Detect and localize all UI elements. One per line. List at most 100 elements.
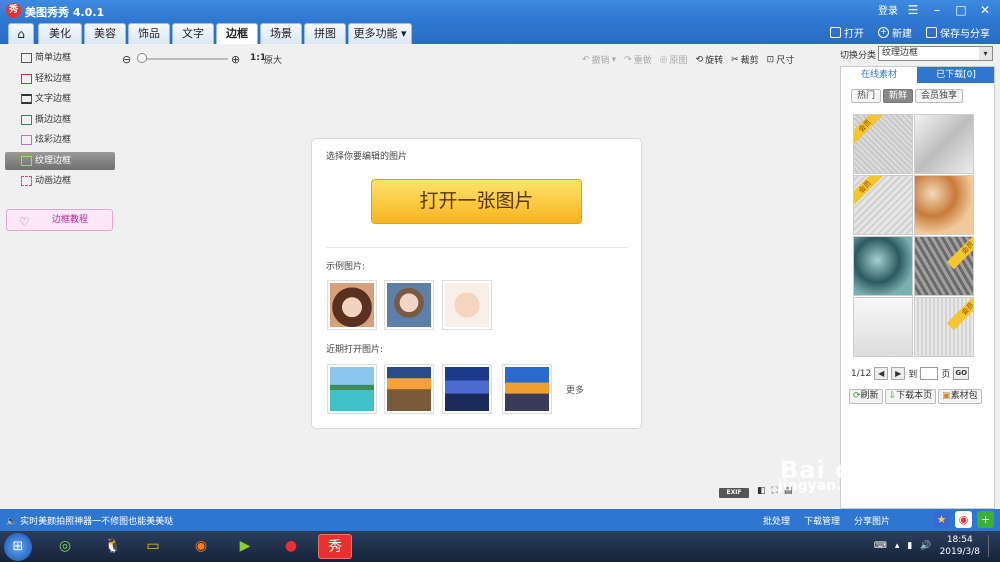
sidebar-item-texture-frame[interactable]: 纹理边框 <box>5 152 115 170</box>
open-image-button[interactable]: 打开一张图片 <box>371 179 582 224</box>
frame-icon <box>21 53 32 63</box>
texture-thumb[interactable]: 会员 <box>853 114 913 174</box>
sidebar-item-text-frame[interactable]: 文字边框 <box>5 90 115 108</box>
sample-image-baby[interactable] <box>442 280 492 330</box>
show-desktop-button[interactable] <box>988 535 994 557</box>
sidebar-item-label: 文字边框 <box>35 94 72 104</box>
subtab-hot[interactable]: 热门 <box>851 89 882 103</box>
tab-more-features[interactable]: 更多功能 ▾ <box>348 23 412 44</box>
original-size-button[interactable]: 原大 <box>264 53 282 66</box>
taskbar-app-browser[interactable]: ◎ <box>48 534 82 559</box>
tab-downloaded[interactable]: 已下载[0] <box>918 67 994 83</box>
category-select[interactable]: 纹理边框 ▾ <box>878 46 993 61</box>
taskbar-app-recorder[interactable]: ● <box>274 534 308 559</box>
recent-image-mountain[interactable] <box>502 364 552 414</box>
frame-tutorial-button[interactable]: ♡ 边框教程 <box>6 209 113 231</box>
zoom-out-icon[interactable]: ⊖ <box>122 53 131 66</box>
taskbar-app-video[interactable]: ▶ <box>228 534 262 559</box>
recent-image-sunset[interactable] <box>384 364 434 414</box>
crop-label: 裁剪 <box>740 56 759 66</box>
sidebar-item-animated-frame[interactable]: 动画边框 <box>5 172 115 190</box>
tab-beautify[interactable]: 美化 <box>38 23 82 44</box>
texture-thumb[interactable] <box>853 297 913 357</box>
sample-image-girl[interactable] <box>327 280 377 330</box>
start-button[interactable]: ⊞ <box>4 533 32 561</box>
compare-view-icon[interactable]: ◧ <box>757 486 766 496</box>
tab-frame[interactable]: 边框 <box>216 23 258 45</box>
workspace: 简单边框 轻松边框 文字边框 撕边边框 炫彩边框 纹理边框 动画边框 ♡ 边框教程… <box>0 44 1000 509</box>
tab-face[interactable]: 美容 <box>84 23 126 44</box>
close-icon[interactable]: ✕ <box>976 3 994 17</box>
tab-accessories[interactable]: 饰品 <box>128 23 170 44</box>
prev-page-button[interactable]: ◀ <box>874 367 889 380</box>
tab-scene[interactable]: 场景 <box>260 23 302 44</box>
recent-image-ocean[interactable] <box>442 364 492 414</box>
card-title: 选择你要编辑的图片 <box>326 152 408 162</box>
sidebar-item-simple-frame[interactable]: 简单边框 <box>5 49 115 67</box>
size-button[interactable]: ⊡ 尺寸 <box>767 53 795 67</box>
taskbar-app-meitu[interactable]: 秀 <box>318 534 352 559</box>
save-share-action[interactable]: 保存与分享 <box>926 25 990 40</box>
taskbar-app-explorer[interactable]: ▭ <box>136 534 170 559</box>
original-image-button[interactable]: ◎ 原图 <box>659 53 688 67</box>
go-button[interactable]: GO <box>953 367 970 380</box>
zoom-slider-handle[interactable] <box>137 53 147 63</box>
fullscreen-icon[interactable]: ⛶ <box>772 486 778 496</box>
login-link[interactable]: 登录 <box>878 2 898 17</box>
menu-icon[interactable]: ☰ <box>904 3 922 17</box>
sidebar-item-torn-frame[interactable]: 撕边边框 <box>5 111 115 129</box>
keyboard-icon[interactable]: ⌨ <box>874 541 887 551</box>
download-page-button[interactable]: ⇩下载本页 <box>884 389 937 404</box>
taskbar-app-firefox[interactable]: ◉ <box>184 534 218 559</box>
texture-thumb[interactable] <box>914 175 974 235</box>
texture-thumb[interactable]: 会员 <box>914 236 974 296</box>
clock-date: 2019/3/8 <box>939 547 980 557</box>
refresh-icon: ⟳ <box>853 391 861 401</box>
share-image-button[interactable]: 分享图片 <box>854 514 890 527</box>
texture-thumb[interactable] <box>853 236 913 296</box>
sample-image-woman[interactable] <box>384 280 434 330</box>
refresh-button[interactable]: ⟳刷新 <box>849 389 883 404</box>
more-recent-link[interactable]: 更多 <box>566 383 584 396</box>
undo-button[interactable]: ↶ 撤销 ▾ <box>582 53 616 67</box>
frame-icon <box>21 94 32 104</box>
texture-thumb[interactable] <box>914 114 974 174</box>
recent-image-beach[interactable] <box>327 364 377 414</box>
download-manager-button[interactable]: 下载管理 <box>804 514 840 527</box>
material-pack-button[interactable]: ▣素材包 <box>938 389 982 404</box>
maximize-icon[interactable]: □ <box>952 3 970 17</box>
minimize-icon[interactable]: – <box>928 3 946 17</box>
rotate-button[interactable]: ⟲ 旋转 <box>696 53 724 67</box>
tab-home[interactable]: ⌂ <box>8 23 34 44</box>
subtab-vip-only[interactable]: 会员独享 <box>915 89 964 103</box>
tab-online-material[interactable]: 在线素材 <box>841 67 917 83</box>
texture-thumb[interactable]: 会员 <box>914 297 974 357</box>
volume-icon[interactable]: 🔊 <box>920 541 931 551</box>
zoom-in-icon[interactable]: ⊕ <box>231 53 240 66</box>
star-icon[interactable]: ★ <box>933 511 950 528</box>
exif-button[interactable]: EXIF <box>719 488 749 498</box>
new-action[interactable]: + 新建 <box>878 25 912 40</box>
page-number-input[interactable] <box>920 367 939 380</box>
open-action[interactable]: 打开 <box>830 25 864 40</box>
add-icon[interactable]: + <box>977 511 994 528</box>
tab-collage[interactable]: 拼图 <box>304 23 346 44</box>
zoom-slider[interactable] <box>138 58 228 60</box>
image-icon: ◎ <box>659 54 668 65</box>
weibo-icon[interactable]: ◉ <box>955 511 972 528</box>
crop-button[interactable]: ✂ 裁剪 <box>731 53 759 67</box>
promo-link[interactable]: 🔈 实时美颜拍照神器一不修图也能美美哒 <box>6 514 173 527</box>
sidebar-item-colorful-frame[interactable]: 炫彩边框 <box>5 131 115 149</box>
sidebar-item-easy-frame[interactable]: 轻松边框 <box>5 70 115 88</box>
subtab-fresh[interactable]: 新鲜 <box>883 89 914 103</box>
network-icon[interactable]: ▮ <box>907 541 912 551</box>
category-value: 纹理边框 <box>882 48 919 58</box>
tab-text[interactable]: 文字 <box>172 23 214 44</box>
taskbar-app-qq[interactable]: 🐧 <box>96 534 130 559</box>
batch-process-button[interactable]: 批处理 <box>763 514 790 527</box>
texture-thumb[interactable]: 会员 <box>853 175 913 235</box>
next-page-button[interactable]: ▶ <box>891 367 906 380</box>
chevron-up-icon[interactable]: ▴ <box>895 541 900 551</box>
redo-button[interactable]: ↷ 重做 <box>624 53 652 67</box>
clock[interactable]: 18:54 2019/3/8 <box>940 534 980 558</box>
